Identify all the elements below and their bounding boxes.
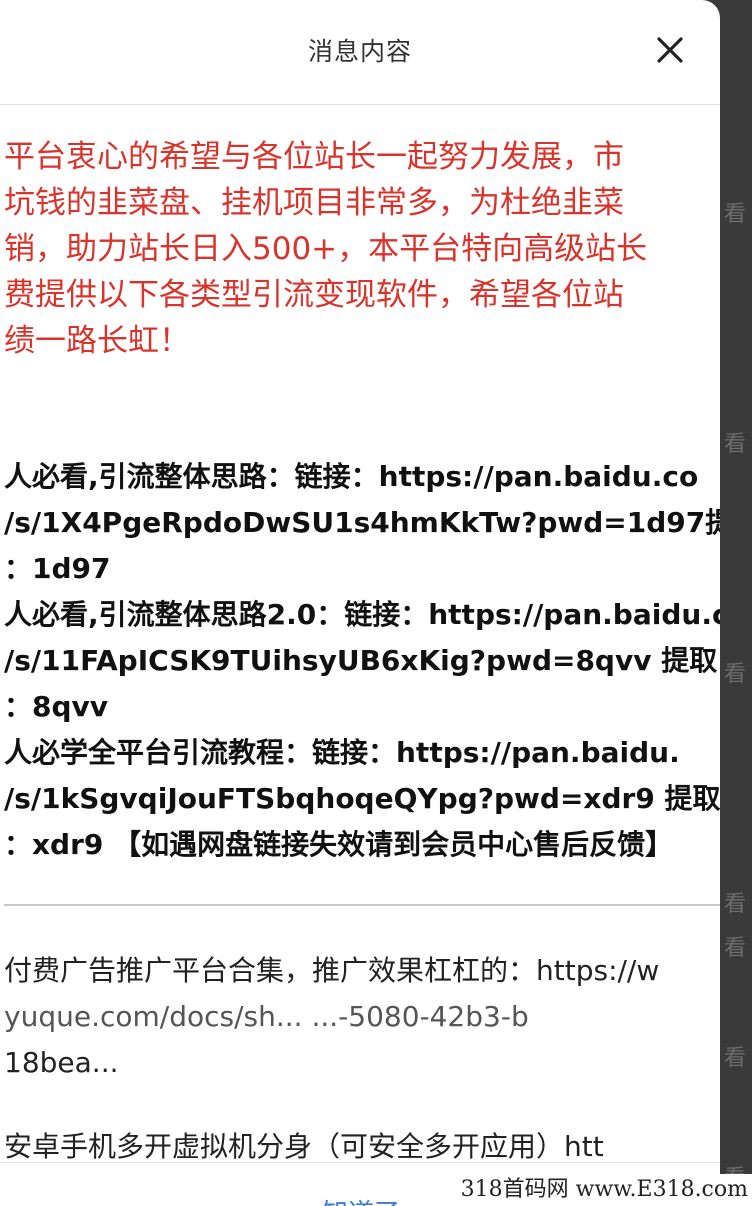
link-line[interactable]: 人必看,引流整体思路2.0：链接：https://pan.baidu.c [4,592,720,638]
ad-line[interactable]: 18bea... [4,1040,720,1086]
message-dialog: 消息内容 平台衷心的希望与各位站长一起努力发展，市 坑钱的韭菜盘、挂机项目非常多… [0,0,720,1206]
resource-links: 人必看,引流整体思路：链接：https://pan.baidu.co /s/1X… [4,454,720,868]
ad-platform-section: 付费广告推广平台合集，推广效果杠杠的：https://w yuque.com/d… [4,948,720,1086]
intro-line: 坑钱的韭菜盘、挂机项目非常多，为杜绝韭菜 [4,185,624,221]
site-watermark: 318首码网 www.E318.com [456,1174,752,1206]
dialog-title: 消息内容 [307,37,412,66]
link-code: ：8qvv [4,690,109,723]
background-list-label: 看 [723,892,746,917]
background-list-label: 看 [723,202,746,227]
intro-line: 绩一路长虹！ [4,323,190,359]
link-line[interactable]: /s/11FApICSK9TUihsyUB6xKig?pwd=8qvv 提取 [4,638,720,684]
link-line[interactable]: 人必看,引流整体思路：链接：https://pan.baidu.co [4,454,720,500]
dialog-content[interactable]: 平台衷心的希望与各位站长一起努力发展，市 坑钱的韭菜盘、挂机项目非常多，为杜绝韭… [4,104,720,1162]
section-divider [4,904,720,906]
background-list-label: 看 [723,936,746,961]
link-line[interactable]: /s/1kSgvqiJouFTSbqhoqeQYpg?pwd=xdr9 提取 [4,776,720,822]
background-list-label: 看 [723,1046,746,1071]
close-button[interactable] [654,34,686,66]
intro-paragraph: 平台衷心的希望与各位站长一起努力发展，市 坑钱的韭菜盘、挂机项目非常多，为杜绝韭… [4,134,720,364]
background-list-label: 看 [723,432,746,457]
ok-button[interactable]: 知道了 [322,1193,400,1206]
link-code: ：1d97 [4,552,111,585]
ad-line[interactable]: 付费广告推广平台合集，推广效果杠杠的：https://w [4,948,720,994]
link-line[interactable]: /s/1X4PgeRpdoDwSU1s4hmKkTw?pwd=1d97提取 [4,500,720,546]
lower-section-line: 安卓手机多开虚拟机分身（可安全多开应用）htt [4,1130,604,1162]
close-icon [657,37,683,63]
intro-line: 平台衷心的希望与各位站长一起努力发展，市 [4,139,624,175]
background-list-label: 看 [723,662,746,687]
link-line[interactable]: 人必学全平台引流教程：链接：https://pan.baidu. [4,730,720,776]
intro-line: 销，助力站长日入500+，本平台特向高级站长 [4,231,648,267]
link-code: ：xdr9 【如遇网盘链接失效请到会员中心售后反馈】 [4,828,674,861]
dialog-header: 消息内容 [0,0,720,105]
intro-line: 费提供以下各类型引流变现软件，希望各位站 [4,277,624,313]
ad-line[interactable]: yuque.com/docs/sh... ...-5080-42b3-b [4,994,720,1040]
